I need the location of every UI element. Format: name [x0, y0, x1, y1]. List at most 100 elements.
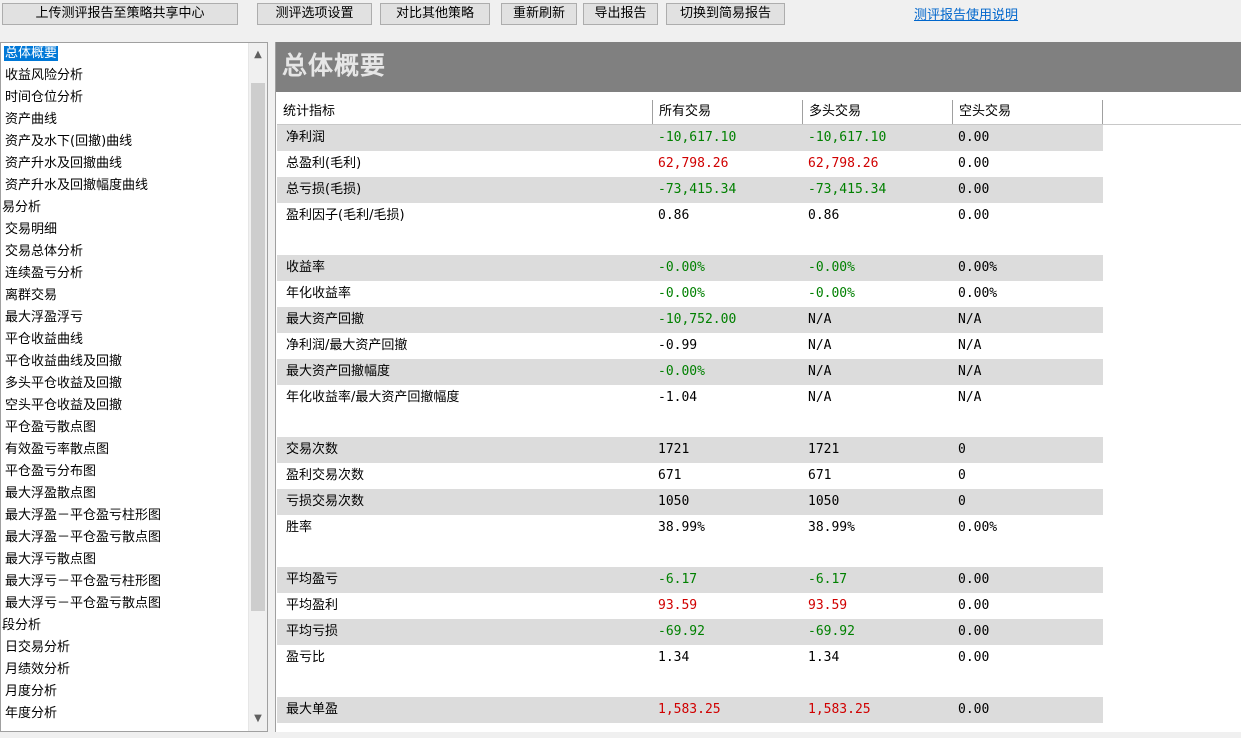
nav-item-label: 离群交易 [5, 288, 58, 303]
nav-item[interactable]: 平仓收益曲线 [1, 329, 249, 351]
nav-item[interactable]: 最大浮亏－平仓盈亏散点图 [1, 593, 249, 615]
nav-item[interactable]: 资产曲线 [1, 109, 249, 131]
evaluation-options-button[interactable]: 测评选项设置 [257, 3, 372, 25]
column-header-long-trades[interactable]: 多头交易 [803, 100, 953, 124]
nav-item-label: 月度分析 [5, 684, 58, 699]
scroll-thumb[interactable] [251, 83, 265, 611]
table-row: 净利润/最大资产回撤 -0.99 N/A N/A [277, 333, 1103, 359]
nav-item-label: 最大浮盈－平仓盈亏柱形图 [5, 508, 162, 523]
nav-item[interactable]: 交易明细 [1, 219, 249, 241]
table-row: 最大单盈 1,583.25 1,583.25 0.00 [277, 697, 1103, 723]
nav-item[interactable]: 有效盈亏率散点图 [1, 439, 249, 461]
nav-item-label: 平仓盈亏散点图 [5, 420, 97, 435]
table-body: 净利润 -10,617.10 -10,617.10 0.00 总盈利(毛利) 62,798… [277, 125, 1241, 723]
nav-item[interactable]: 年度分析 [1, 703, 249, 725]
nav-item[interactable]: 月绩效分析 [1, 659, 249, 681]
nav-item[interactable]: 最大浮亏－平仓盈亏柱形图 [1, 571, 249, 593]
nav-item[interactable]: 空头平仓收益及回撤 [1, 395, 249, 417]
short-trades-value: N/A [958, 364, 982, 379]
nav-item[interactable]: 离群交易 [1, 285, 249, 307]
all-trades-value: -0.99 [658, 338, 698, 353]
nav-item[interactable]: 最大浮盈－平仓盈亏散点图 [1, 527, 249, 549]
metric-label: 平均亏损 [286, 624, 339, 639]
table-row: 最大资产回撤 -10,752.00 N/A N/A [277, 307, 1103, 333]
scroll-up-icon[interactable]: ▲ [249, 45, 267, 65]
refresh-button[interactable]: 重新刷新 [501, 3, 577, 25]
metric-label: 年化收益率/最大资产回撤幅度 [286, 390, 460, 405]
short-trades-value: 0.00 [958, 208, 990, 223]
long-trades-value: 38.99% [808, 520, 855, 535]
long-trades-value: -10,617.10 [808, 130, 887, 145]
short-trades-value: 0.00 [958, 598, 990, 613]
nav-item[interactable]: 资产升水及回撤幅度曲线 [1, 175, 249, 197]
long-trades-value: -0.00% [808, 260, 855, 275]
long-trades-value: -73,415.34 [808, 182, 887, 197]
nav-item[interactable]: 段分析 [1, 615, 249, 637]
metric-label: 净利润/最大资产回撤 [286, 338, 408, 353]
nav-item[interactable]: 最大浮盈浮亏 [1, 307, 249, 329]
nav-item[interactable]: 平仓盈亏分布图 [1, 461, 249, 483]
metric-label: 盈利交易次数 [286, 468, 365, 483]
switch-simple-report-button[interactable]: 切换到简易报告 [666, 3, 785, 25]
nav-item[interactable]: 多头平仓收益及回撤 [1, 373, 249, 395]
export-report-button[interactable]: 导出报告 [583, 3, 658, 25]
long-trades-value: 93.59 [808, 598, 848, 613]
nav-item[interactable]: 平仓盈亏散点图 [1, 417, 249, 439]
nav-item[interactable]: 最大浮盈散点图 [1, 483, 249, 505]
nav-item[interactable]: 资产及水下(回撤)曲线 [1, 131, 249, 153]
all-trades-value: 671 [658, 468, 682, 483]
metric-label: 盈亏比 [286, 650, 326, 665]
nav-item[interactable]: 最大浮盈－平仓盈亏柱形图 [1, 505, 249, 527]
short-trades-value: 0.00 [958, 650, 990, 665]
report-help-link[interactable]: 测评报告使用说明 [914, 4, 1018, 23]
nav-item[interactable]: 最大浮亏散点图 [1, 549, 249, 571]
nav-item-label: 平仓收益曲线及回撤 [5, 354, 123, 369]
all-trades-value: -73,415.34 [658, 182, 737, 197]
nav-item-label: 有效盈亏率散点图 [5, 442, 110, 457]
nav-item-label: 最大浮盈浮亏 [5, 310, 84, 325]
nav-item[interactable]: 易分析 [1, 197, 249, 219]
long-trades-value: N/A [808, 390, 832, 405]
nav-item[interactable]: 连续盈亏分析 [1, 263, 249, 285]
all-trades-value: -10,617.10 [658, 130, 737, 145]
metric-label: 净利润 [286, 130, 326, 145]
metric-label: 最大资产回撤幅度 [286, 364, 391, 379]
nav-item[interactable]: 交易总体分析 [1, 241, 249, 263]
all-trades-value: 1,583.25 [658, 702, 721, 717]
nav-item[interactable]: 资产升水及回撤曲线 [1, 153, 249, 175]
summary-table: 统计指标 所有交易 多头交易 空头交易 净利润 -10,617.10 -10,617… [277, 100, 1241, 723]
table-row: 亏损交易次数 1050 1050 0 [277, 489, 1103, 515]
nav-item[interactable]: 时间仓位分析 [1, 87, 249, 109]
table-row: 平均盈亏 -6.17 -6.17 0.00 [277, 567, 1103, 593]
nav-item-label: 空头平仓收益及回撤 [5, 398, 123, 413]
column-header-all-trades[interactable]: 所有交易 [653, 100, 803, 124]
nav-item[interactable]: 总体概要 [1, 43, 249, 65]
metric-label: 胜率 [286, 520, 313, 535]
compare-strategies-button[interactable]: 对比其他策略 [380, 3, 490, 25]
table-row: 平均亏损 -69.92 -69.92 0.00 [277, 619, 1103, 645]
scroll-down-icon[interactable]: ▼ [249, 709, 267, 729]
short-trades-value: 0.00% [958, 520, 998, 535]
metric-label: 收益率 [286, 260, 326, 275]
nav-item[interactable]: 收益风险分析 [1, 65, 249, 87]
nav-item[interactable]: 月度分析 [1, 681, 249, 703]
column-header-short-trades[interactable]: 空头交易 [953, 100, 1103, 124]
nav-scrollbar[interactable]: ▲ ▼ [248, 43, 267, 731]
nav-item-label: 交易明细 [5, 222, 58, 237]
metric-label: 最大单盈 [286, 702, 339, 717]
upload-report-button[interactable]: 上传测评报告至策略共享中心 [2, 3, 238, 25]
all-trades-value: 62,798.26 [658, 156, 729, 171]
nav-item-label: 年度分析 [5, 706, 58, 721]
table-row: 盈利因子(毛利/毛损) 0.86 0.86 0.00 [277, 203, 1103, 229]
nav-item[interactable]: 平仓收益曲线及回撤 [1, 351, 249, 373]
nav-item[interactable]: 日交易分析 [1, 637, 249, 659]
report-nav-tree: 总体概要 收益风险分析 时间仓位分析 资产曲线 资产及水下(回撤)曲线 资产升水及回撤曲线… [0, 42, 268, 732]
status-strip [0, 732, 1241, 738]
short-trades-value: 0 [958, 442, 966, 457]
section-header: 总体概要 [276, 42, 1241, 92]
long-trades-value: 1721 [808, 442, 840, 457]
short-trades-value: 0.00% [958, 260, 998, 275]
all-trades-value: 1050 [658, 494, 690, 509]
column-header-metric[interactable]: 统计指标 [277, 100, 653, 124]
nav-item-label: 最大浮亏散点图 [5, 552, 97, 567]
